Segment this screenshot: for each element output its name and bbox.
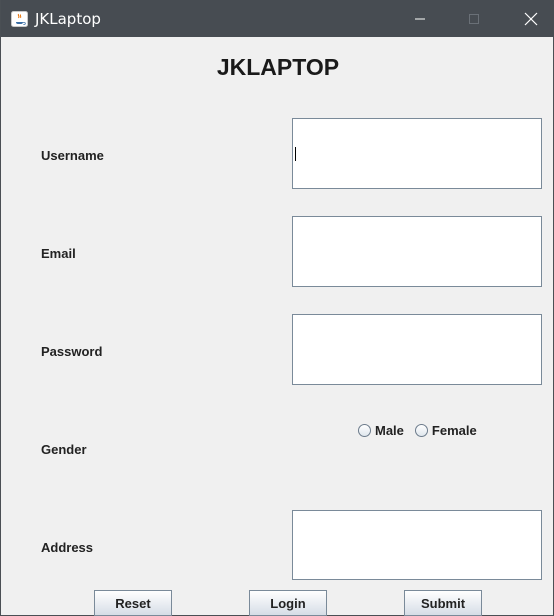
address-field[interactable] xyxy=(292,510,542,580)
gender-radio-group: Male Female xyxy=(358,423,488,438)
title-bar[interactable]: JKLaptop xyxy=(1,0,554,37)
submit-button[interactable]: Submit xyxy=(404,590,482,616)
username-field[interactable] xyxy=(292,118,542,189)
radio-icon[interactable] xyxy=(414,424,428,437)
reset-button[interactable]: Reset xyxy=(94,590,172,616)
gender-option-male: Male xyxy=(375,423,404,438)
gender-radio-male[interactable]: Male xyxy=(358,423,404,438)
close-button[interactable] xyxy=(508,0,554,37)
password-field[interactable] xyxy=(292,314,542,385)
gender-option-female: Female xyxy=(431,423,477,438)
app-window: JKLaptop JKLAPTOP Username Email Passwor… xyxy=(0,0,554,616)
window-title: JKLaptop xyxy=(35,10,101,28)
minimize-icon xyxy=(415,18,425,19)
gender-radio-female[interactable]: Female xyxy=(414,423,477,438)
maximize-icon xyxy=(469,13,479,24)
email-label: Email xyxy=(41,246,76,261)
text-caret xyxy=(295,147,296,161)
minimize-button[interactable] xyxy=(397,0,443,37)
password-label: Password xyxy=(41,344,103,359)
form-heading: JKLAPTOP xyxy=(216,54,340,80)
login-button[interactable]: Login xyxy=(249,590,327,616)
close-icon xyxy=(524,12,538,25)
username-label: Username xyxy=(41,148,104,163)
email-field[interactable] xyxy=(292,216,542,287)
address-label: Address xyxy=(41,540,94,555)
gender-label: Gender xyxy=(41,442,87,457)
java-icon xyxy=(11,11,28,27)
maximize-button[interactable] xyxy=(451,0,497,37)
radio-icon[interactable] xyxy=(358,424,371,437)
